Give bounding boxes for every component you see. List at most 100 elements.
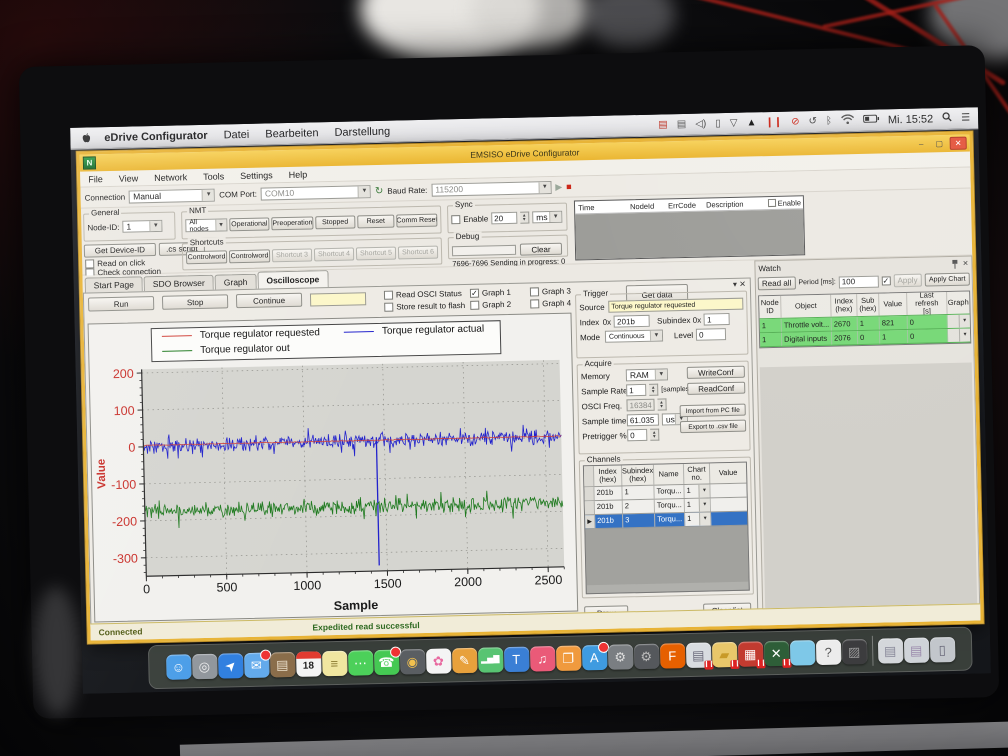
time-machine-icon[interactable]: ↺ — [808, 116, 817, 126]
shortcut-3-button[interactable]: Shortcut 3 — [272, 248, 312, 262]
stop-button[interactable]: Stop — [162, 294, 228, 309]
menubar-app-name[interactable]: eDrive Configurator — [104, 129, 208, 143]
calendar-icon[interactable]: 18 — [296, 651, 322, 677]
messages-icon[interactable]: ⋯ — [348, 650, 374, 676]
sample-time-input[interactable]: 61.035 — [627, 414, 659, 427]
sync-unit-select[interactable]: ms▼ — [532, 211, 562, 224]
checkbox-box[interactable] — [530, 299, 539, 308]
shortcut-controlword-1-button[interactable]: Controlword — [186, 250, 227, 264]
parallels-docs-icon[interactable]: ▤❙❙ — [685, 642, 711, 668]
finder-icon[interactable]: ☺ — [166, 654, 192, 680]
readconf-button[interactable]: ReadConf — [687, 382, 745, 395]
sync-period-input[interactable]: 20 — [491, 212, 517, 225]
itunes-icon[interactable]: ♫ — [529, 646, 555, 672]
spinner-arrows-icon[interactable]: ▲▼ — [520, 212, 529, 224]
archive-icon[interactable]: ▨ — [841, 638, 867, 664]
photo-booth-icon[interactable]: ◉ — [400, 648, 426, 674]
tab-oscilloscope[interactable]: Oscilloscope — [257, 270, 328, 289]
menu-network[interactable]: Network — [146, 172, 195, 183]
checkbox-read-osci-status[interactable]: Read OSCI Status — [384, 288, 470, 299]
trigger-subindex-input[interactable]: 1 — [704, 313, 730, 326]
downloads-stack-icon[interactable]: ▤ — [903, 637, 929, 663]
edrive-configurator-dock-icon[interactable]: ✕❙❙ — [763, 640, 789, 666]
trigger-source-input[interactable]: Torque regulator requested — [608, 298, 743, 313]
osci-status-field[interactable] — [310, 292, 366, 306]
com-port-select[interactable]: COM10▼ — [261, 185, 371, 200]
spinner-arrows-icon[interactable]: ▲▼ — [657, 398, 666, 410]
menubar-menu-darstellung[interactable]: Darstellung — [334, 125, 390, 138]
ibooks-icon[interactable]: ❐ — [555, 645, 581, 671]
checkbox-graph-1[interactable]: ✓Graph 1 — [470, 287, 530, 297]
numbers-icon[interactable]: ▂▅▇ — [478, 647, 504, 673]
keynote-icon[interactable]: T — [504, 646, 530, 672]
writeconf-button[interactable]: WriteConf — [687, 366, 745, 379]
cloud-offline-icon[interactable]: ⊘ — [791, 117, 800, 127]
shortcut-controlword-2-button[interactable]: Controlword — [229, 249, 270, 263]
apply-button[interactable]: Apply — [893, 274, 922, 288]
shortcut-5-button[interactable]: Shortcut 5 — [356, 247, 396, 261]
launchpad-icon[interactable]: ◎ — [192, 653, 218, 679]
dropdown-arrow-icon[interactable]: ▽ — [730, 118, 738, 128]
parallels-folder-icon[interactable]: ▰❙❙ — [711, 641, 737, 667]
shortcut-6-button[interactable]: Shortcut 6 — [398, 246, 438, 260]
osci-freq-input[interactable]: 16384 — [626, 399, 654, 412]
run-button[interactable]: Run — [88, 296, 154, 311]
shared-pane-icon[interactable] — [789, 640, 815, 666]
export-csv-button[interactable]: Export to .csv file — [680, 420, 746, 433]
sample-rate-input[interactable]: 1 — [626, 384, 646, 396]
contacts-icon[interactable]: ▤ — [270, 651, 296, 677]
trash-icon[interactable]: ▯ — [929, 636, 955, 662]
trigger-level-input[interactable]: 0 — [696, 328, 726, 341]
memory-select[interactable]: RAM▼ — [626, 368, 668, 381]
firefox-icon[interactable]: F — [659, 643, 685, 669]
system-preferences-icon[interactable]: ⚙ — [607, 644, 633, 670]
panel-collapse-icon[interactable]: ▾ — [733, 280, 737, 289]
volume-icon[interactable]: ◁) — [695, 119, 706, 129]
facetime-icon[interactable]: ☎ — [374, 649, 400, 675]
refresh-ports-icon[interactable]: ↻ — [375, 185, 384, 196]
menu-help[interactable]: Help — [281, 169, 316, 180]
pin-icon[interactable] — [951, 259, 958, 268]
connection-select[interactable]: Manual▼ — [129, 188, 215, 203]
checkbox-graph-2[interactable]: Graph 2 — [470, 299, 530, 309]
debug-clear-button[interactable]: Clear — [520, 243, 562, 256]
utility-gear-icon[interactable]: ⚙ — [633, 643, 659, 669]
sync-enable-checkbox[interactable] — [451, 215, 460, 224]
period-input[interactable]: 100 — [839, 275, 879, 288]
cell-graph-select[interactable]: ▼ — [948, 315, 970, 328]
baud-rate-select[interactable]: 115200▼ — [431, 180, 551, 196]
minimize-button[interactable]: – — [914, 138, 929, 149]
pause-icon[interactable]: ❙❙ — [765, 117, 782, 127]
panel-close-icon[interactable]: ✕ — [739, 280, 746, 289]
checkbox-store-result-to-flash[interactable]: Store result to flash — [384, 300, 470, 311]
bluetooth-icon[interactable]: ᛒ — [826, 116, 832, 126]
menubar-menu-datei[interactable]: Datei — [223, 128, 249, 141]
safari-icon[interactable]: ➤ — [218, 653, 244, 679]
menubar-menu-bearbeiten[interactable]: Bearbeiten — [265, 127, 318, 140]
checkbox-box[interactable]: ✓ — [470, 288, 479, 297]
import-pc-file-button[interactable]: Import from PC file — [680, 404, 746, 417]
shortcut-4-button[interactable]: Shortcut 4 — [314, 247, 354, 261]
app-store-icon[interactable]: A — [581, 644, 607, 670]
battery-vertical-icon[interactable]: ▯ — [715, 119, 721, 129]
pages-icon[interactable]: ✎ — [452, 647, 478, 673]
apply-chart-button[interactable]: Apply Chart — [925, 273, 970, 287]
cell-chart[interactable]: 1▼ — [685, 498, 711, 512]
tab-start-page[interactable]: Start Page — [85, 276, 143, 292]
maximize-button[interactable]: ▢ — [932, 138, 947, 149]
cell-chart[interactable]: 1▼ — [685, 512, 711, 526]
tab-sdo-browser[interactable]: SDO Browser — [144, 275, 214, 292]
read-on-click-checkbox[interactable] — [85, 259, 94, 268]
play-triangle-icon[interactable]: ▲ — [746, 118, 756, 128]
mail-icon[interactable]: ✉ — [244, 652, 270, 678]
checkbox-box[interactable] — [530, 287, 539, 296]
menu-tools[interactable]: Tools — [195, 171, 232, 182]
connect-play-icon[interactable]: ▶ — [555, 181, 562, 192]
checkbox-box[interactable] — [384, 290, 393, 299]
error-enable-checkbox[interactable] — [768, 199, 776, 207]
parallels-folder-status-icon[interactable]: ▤ — [677, 119, 687, 129]
nmt-reset-button[interactable]: Reset — [357, 215, 395, 229]
checkbox-box[interactable] — [384, 302, 393, 311]
node-id-select[interactable]: 1▼ — [122, 220, 162, 233]
menu-view[interactable]: View — [111, 173, 147, 184]
